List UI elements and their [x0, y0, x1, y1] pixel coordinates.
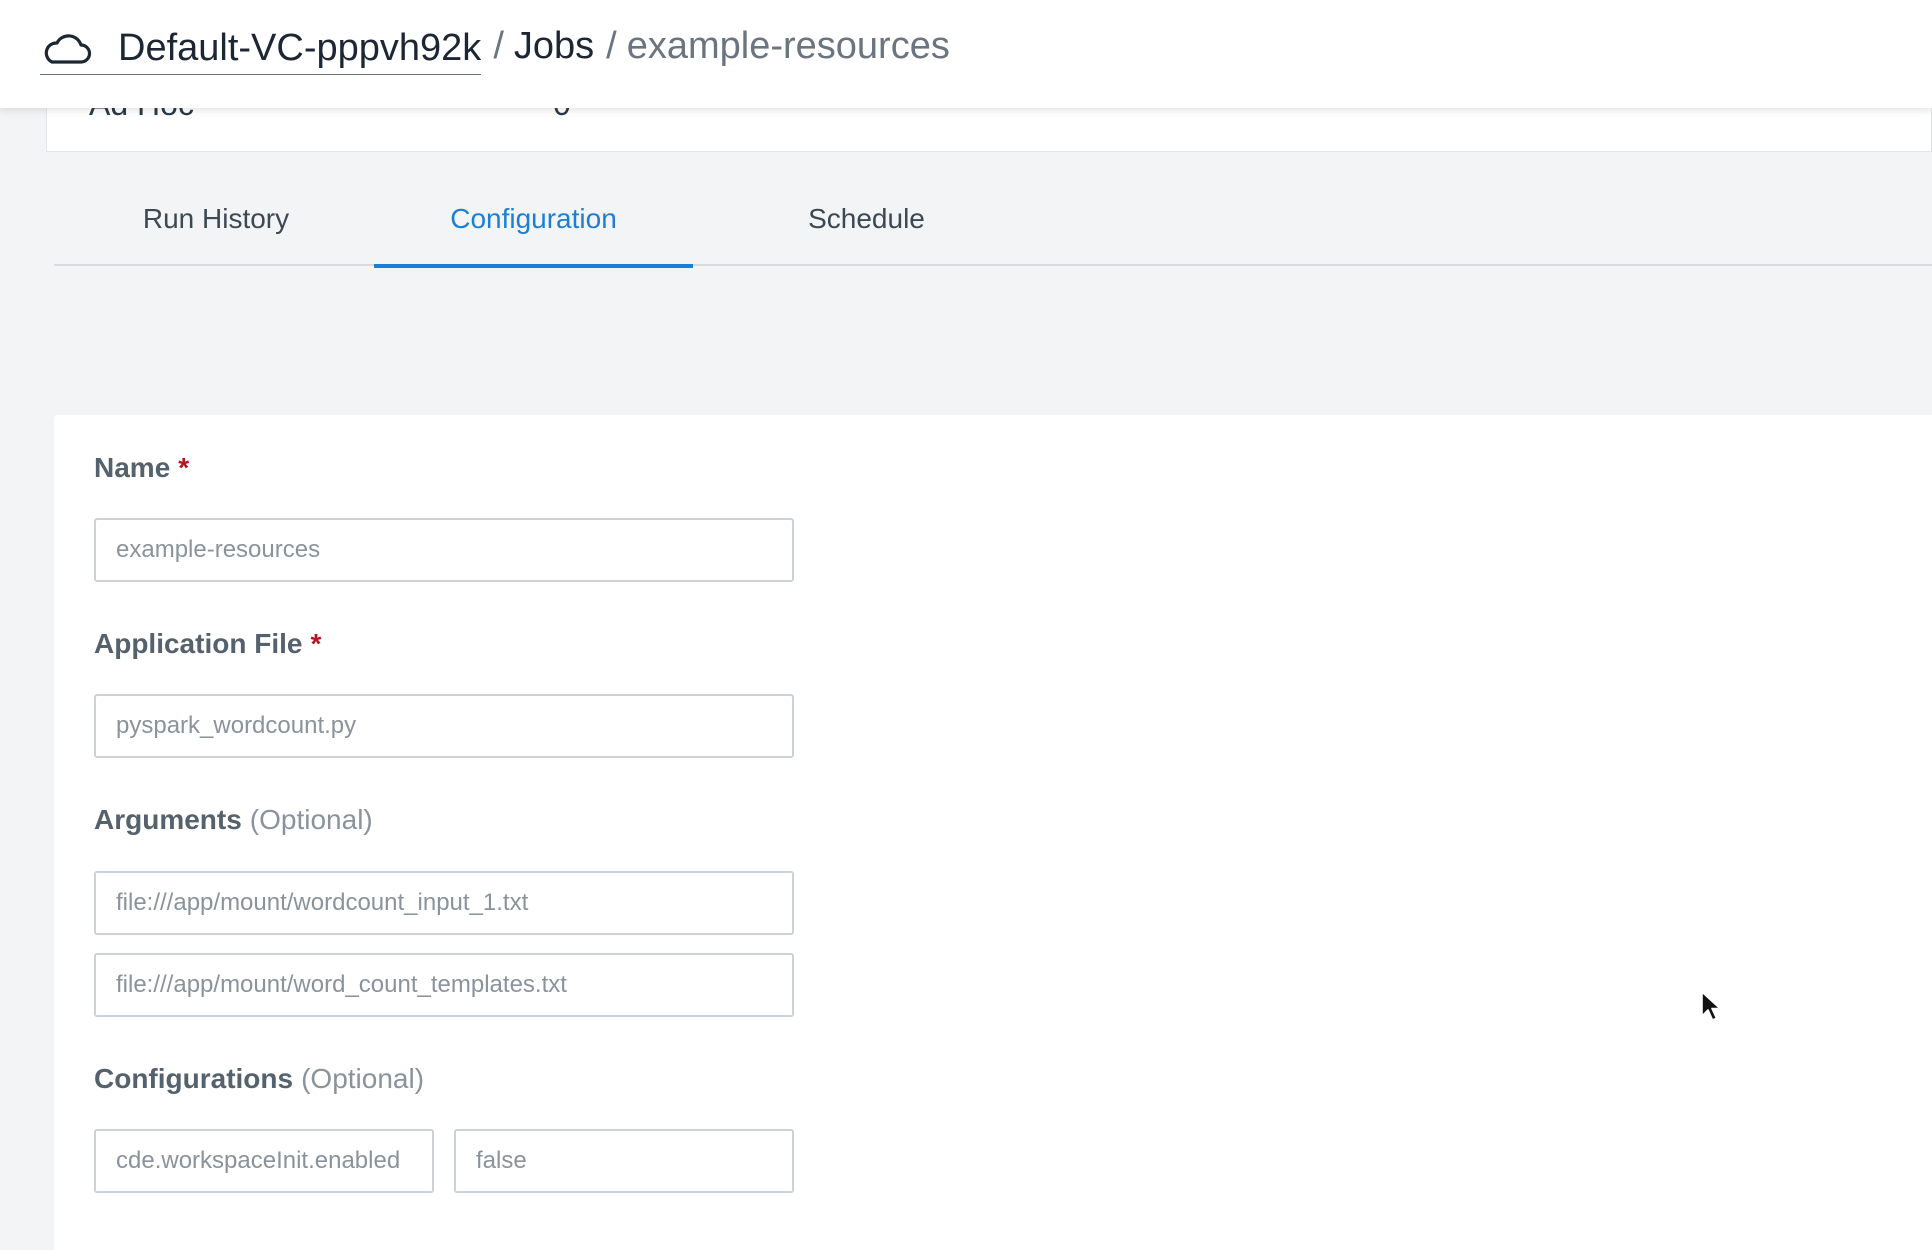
argument-input-value: file:///app/mount/wordcount_input_1.txt: [116, 889, 529, 916]
required-mark: *: [310, 628, 322, 659]
breadcrumb-separator: /: [493, 24, 504, 67]
name-label: Name *: [94, 452, 189, 484]
cloud-icon: [40, 31, 92, 67]
application-file-label-text: Application File: [94, 628, 303, 659]
optional-note: (Optional): [301, 1063, 425, 1094]
tab-configuration[interactable]: Configuration: [374, 172, 693, 268]
optional-note: (Optional): [249, 804, 373, 835]
argument-input-2[interactable]: file:///app/mount/word_count_templates.t…: [94, 953, 794, 1017]
breadcrumb-virtual-cluster[interactable]: Default-VC-pppvh92k: [118, 27, 481, 70]
tab-label: Configuration: [450, 203, 617, 234]
tab-run-history[interactable]: Run History: [90, 172, 342, 266]
argument-input-1[interactable]: file:///app/mount/wordcount_input_1.txt: [94, 871, 794, 935]
breadcrumb-jobs-link[interactable]: Jobs: [514, 25, 594, 68]
mouse-cursor-icon: [1700, 990, 1724, 1024]
tab-label: Schedule: [808, 203, 925, 234]
configuration-form: Name * example-resources Application File…: [54, 415, 1932, 1250]
application-file-label: Application File *: [94, 628, 321, 660]
breadcrumb-separator: /: [606, 24, 617, 67]
name-input-value: example-resources: [116, 536, 321, 563]
arguments-label-text: Arguments: [94, 804, 242, 835]
name-label-text: Name: [94, 452, 171, 483]
argument-input-value: file:///app/mount/word_count_templates.t…: [116, 971, 567, 998]
tab-label: Run History: [142, 203, 290, 234]
required-mark: *: [178, 452, 190, 483]
configuration-key-input[interactable]: cde.workspaceInit.enabled: [94, 1129, 434, 1193]
configurations-label-text: Configurations: [94, 1063, 294, 1094]
top-header: Default-VC-pppvh92k / Jobs / example-res…: [0, 0, 1932, 108]
virtual-cluster-link[interactable]: Default-VC-pppvh92k: [40, 27, 482, 75]
configuration-key-value: cde.workspaceInit.enabled: [116, 1147, 401, 1174]
arguments-label: Arguments (Optional): [94, 804, 373, 836]
configurations-label: Configurations (Optional): [94, 1063, 424, 1095]
tab-schedule[interactable]: Schedule: [764, 172, 969, 266]
application-file-input[interactable]: pyspark_wordcount.py: [94, 694, 794, 758]
configuration-value-input[interactable]: false: [454, 1129, 794, 1193]
breadcrumb: Default-VC-pppvh92k / Jobs / example-res…: [40, 18, 950, 75]
configuration-value-value: false: [476, 1147, 527, 1174]
breadcrumb-current-job: example-resources: [626, 24, 950, 67]
application-file-input-value: pyspark_wordcount.py: [116, 712, 357, 739]
job-tabs: Run History Configuration Schedule: [54, 172, 1932, 268]
name-input[interactable]: example-resources: [94, 518, 794, 582]
